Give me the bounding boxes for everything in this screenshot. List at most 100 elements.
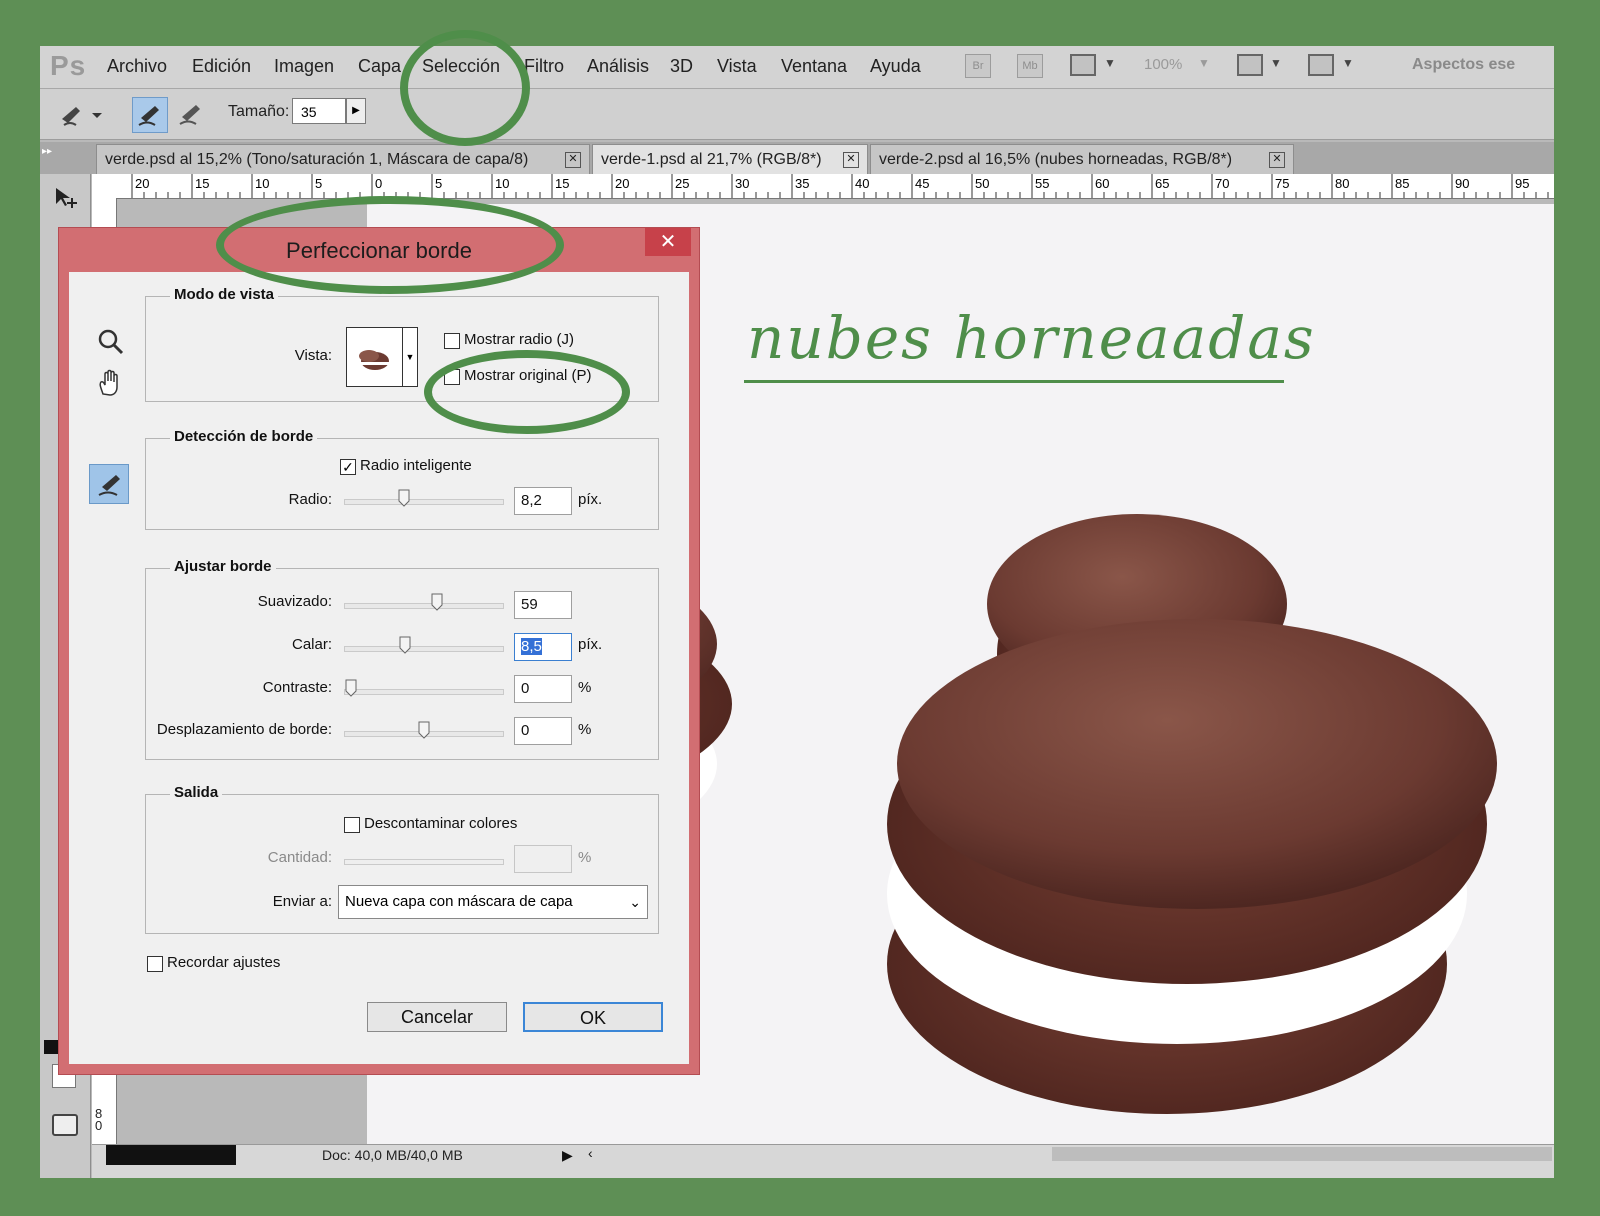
radius-slider[interactable] [344, 489, 504, 507]
feather-slider[interactable] [344, 636, 504, 654]
tab-verde-1[interactable]: verde-1.psd al 21,7% (RGB/8*) ✕ [592, 144, 868, 174]
tool-preset-picker[interactable] [56, 97, 102, 133]
refine-radius-tool-button[interactable] [89, 464, 129, 504]
chevron-down-icon[interactable]: ⌄ [629, 886, 641, 918]
size-arrow-icon[interactable]: ▶ [346, 98, 366, 124]
send-to-value: Nueva capa con máscara de capa [345, 893, 573, 910]
ok-button[interactable]: OK [523, 1002, 663, 1032]
contrast-input[interactable]: 0 [514, 675, 572, 703]
screen-mode-icon[interactable] [1308, 54, 1334, 76]
feather-label: Calar: [291, 636, 332, 653]
hand-icon[interactable] [95, 368, 125, 403]
send-to-select[interactable]: Nueva capa con máscara de capa ⌄ [338, 885, 648, 919]
workspace-switcher[interactable]: Aspectos ese [1412, 54, 1515, 80]
menu-ventana[interactable]: Ventana [781, 46, 847, 88]
slider-thumb[interactable] [418, 721, 430, 739]
group-title: Salida [170, 784, 223, 801]
arrange-documents-icon[interactable] [1237, 54, 1263, 76]
view-picker[interactable]: ▼ [346, 327, 418, 387]
menu-edicion[interactable]: Edición [192, 46, 251, 88]
tab-verde-2[interactable]: verde-2.psd al 16,5% (nubes horneadas, R… [870, 144, 1294, 174]
bridge-button[interactable]: Br [965, 54, 991, 78]
ruler-label: 90 [1455, 176, 1469, 191]
document-tabs: ▸▸ verde.psd al 15,2% (Tono/saturación 1… [40, 142, 1554, 174]
mini-bridge-button[interactable]: Mb [1017, 54, 1043, 78]
chevron-down-icon[interactable]: ▼ [1104, 56, 1116, 70]
smooth-input[interactable]: 59 [514, 591, 572, 619]
menu-vista[interactable]: Vista [717, 46, 757, 88]
ruler-label: 45 [915, 176, 929, 191]
contrast-slider[interactable] [344, 679, 504, 697]
ruler-label: 5 [435, 176, 442, 191]
amount-input [514, 845, 572, 873]
chevron-down-icon[interactable]: ▼ [1342, 56, 1354, 70]
smart-radius-checkbox[interactable]: ✓ [340, 459, 356, 475]
scroll-left-icon[interactable]: ‹ [588, 1145, 593, 1161]
tab-label: verde-1.psd al 21,7% (RGB/8*) [601, 151, 822, 168]
ruler-label: 15 [555, 176, 569, 191]
panel-collapse-icon[interactable]: ▸▸ [42, 146, 52, 157]
menu-imagen[interactable]: Imagen [274, 46, 334, 88]
foreground-color-swatch[interactable] [44, 1040, 58, 1054]
vruler-label: 8 0 [95, 1106, 103, 1133]
size-input[interactable]: 35 [292, 98, 346, 124]
ruler-label: 25 [675, 176, 689, 191]
show-radius-label: Mostrar radio (J) [464, 331, 575, 348]
smooth-slider[interactable] [344, 593, 504, 611]
view-thumbnail-icon [357, 350, 393, 370]
menu-capa[interactable]: Capa [358, 46, 401, 88]
ruler-label: 30 [735, 176, 749, 191]
menu-3d[interactable]: 3D [670, 46, 693, 88]
refine-edge-dialog: Perfeccionar borde ✕ Modo de vista Vista… [59, 228, 699, 1074]
decontaminate-checkbox[interactable] [344, 817, 360, 833]
size-label: Tamaño: [228, 103, 290, 120]
quick-mask-icon[interactable] [52, 1114, 78, 1136]
view-extras-icon[interactable] [1070, 54, 1096, 76]
tab-label: verde-2.psd al 16,5% (nubes horneadas, R… [879, 151, 1233, 168]
zoom-icon[interactable] [97, 328, 125, 361]
ruler-label: 35 [795, 176, 809, 191]
status-bar: Doc: 40,0 MB/40,0 MB ▶ ‹ [92, 1144, 1554, 1178]
close-button[interactable]: ✕ [645, 228, 691, 256]
menu-archivo[interactable]: Archivo [107, 46, 167, 88]
zoom-field[interactable] [106, 1145, 236, 1165]
output-group: Salida Descontaminar colores Cantidad: %… [145, 784, 659, 934]
shift-edge-slider[interactable] [344, 721, 504, 739]
slider-thumb[interactable] [399, 636, 411, 654]
feather-unit: píx. [578, 636, 603, 653]
cancel-button[interactable]: Cancelar [367, 1002, 507, 1032]
tab-verde[interactable]: verde.psd al 15,2% (Tono/saturación 1, M… [96, 144, 590, 174]
ruler-label: 10 [255, 176, 269, 191]
remember-settings-checkbox[interactable] [147, 956, 163, 972]
menu-ayuda[interactable]: Ayuda [870, 46, 921, 88]
slider-thumb[interactable] [398, 489, 410, 507]
slider-thumb[interactable] [431, 593, 443, 611]
chevron-down-icon[interactable]: ▼ [402, 328, 417, 386]
group-title: Modo de vista [170, 286, 279, 303]
horizontal-scrollbar[interactable] [1052, 1147, 1552, 1161]
shift-edge-input[interactable]: 0 [514, 717, 572, 745]
show-radius-checkbox[interactable] [444, 333, 460, 349]
feather-value: 8,5 [521, 638, 542, 655]
refine-radius-tool-button[interactable] [132, 97, 168, 133]
radius-input[interactable]: 8,2 [514, 487, 572, 515]
status-arrow-icon[interactable]: ▶ [562, 1147, 573, 1164]
contrast-unit: % [578, 679, 592, 696]
chevron-down-icon[interactable]: ▼ [1198, 56, 1210, 70]
erase-refinements-tool-button[interactable] [174, 97, 210, 133]
ruler-label: 65 [1155, 176, 1169, 191]
menu-analisis[interactable]: Análisis [587, 46, 649, 88]
send-to-label: Enviar a: [272, 893, 332, 910]
move-tool-icon[interactable] [52, 184, 80, 217]
smart-radius-label: Radio inteligente [360, 457, 472, 474]
chevron-down-icon[interactable]: ▼ [1270, 56, 1282, 70]
close-icon[interactable]: ✕ [843, 152, 859, 168]
zoom-level[interactable]: 100% [1144, 54, 1182, 80]
close-icon[interactable]: ✕ [565, 152, 581, 168]
ruler-ticks: 20 15 10 5 0 5 10 15 20 25 30 35 40 45 50 55 60 65 70 75 80 8… [131, 174, 1549, 198]
refine-radius-icon [138, 106, 159, 126]
feather-input[interactable]: 8,5 [514, 633, 572, 661]
close-icon[interactable]: ✕ [1269, 152, 1285, 168]
slider-thumb[interactable] [345, 679, 357, 697]
menu-filtro[interactable]: Filtro [524, 46, 564, 88]
